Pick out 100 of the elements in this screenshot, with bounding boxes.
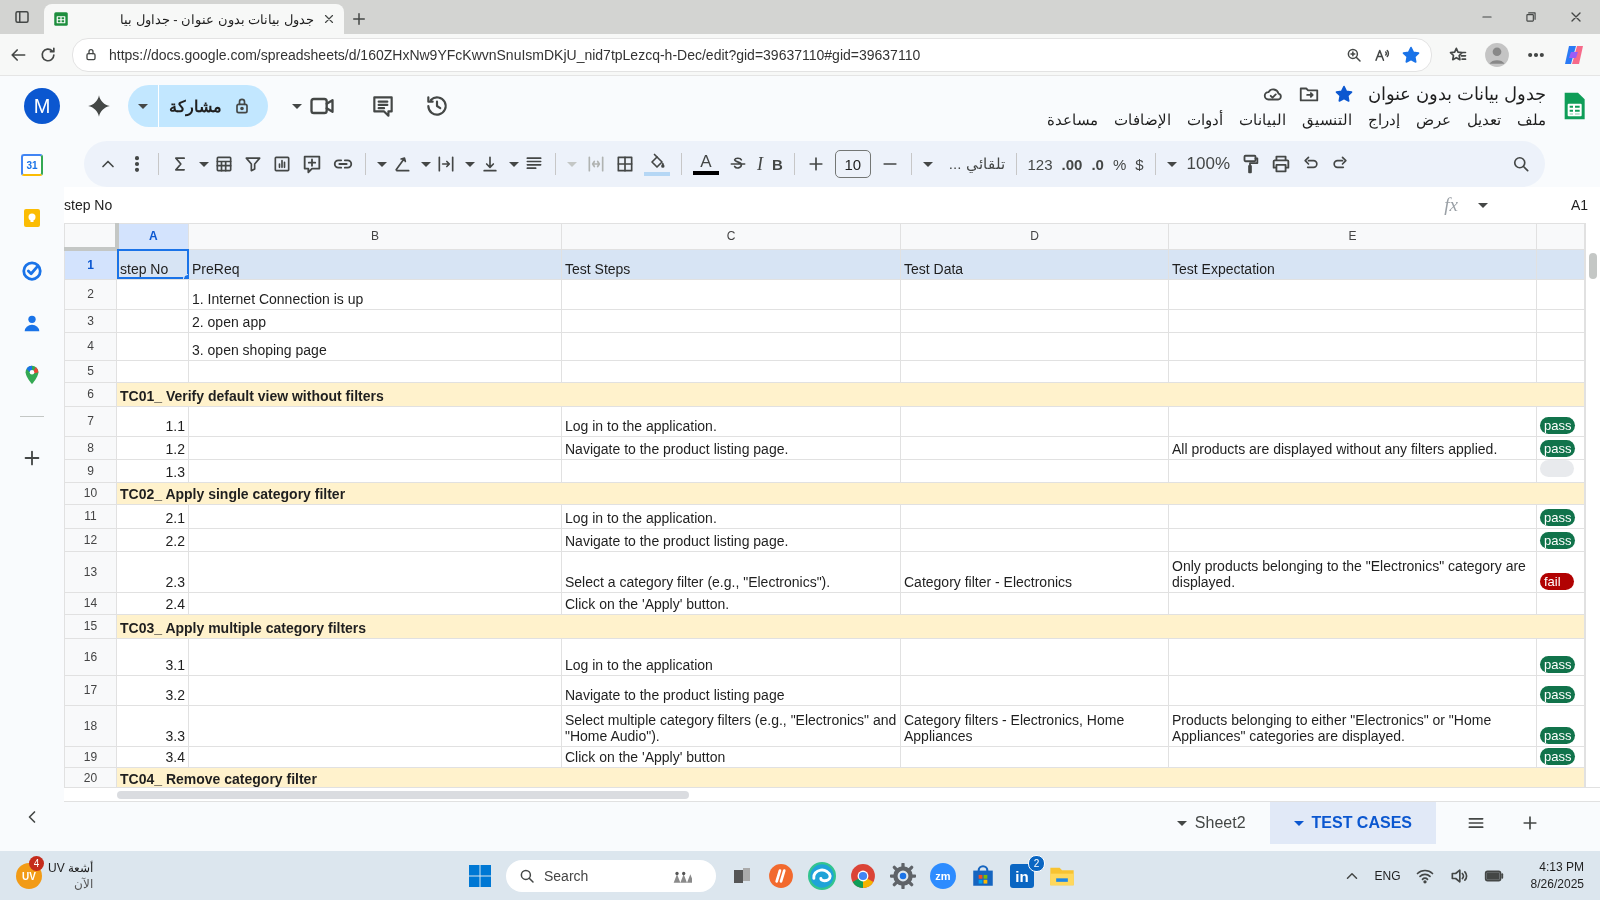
caret-icon[interactable] xyxy=(421,161,431,167)
increase-decimals-button[interactable]: .00 xyxy=(1061,155,1083,173)
search-field[interactable]: Search xyxy=(506,860,716,892)
vertical-scrollbar[interactable] xyxy=(1589,253,1597,279)
row-number[interactable]: 11 xyxy=(64,504,117,528)
chart-icon[interactable] xyxy=(272,154,292,174)
percent-format-button[interactable]: % xyxy=(1112,155,1127,173)
star-icon[interactable] xyxy=(1334,84,1354,104)
browser-tab[interactable]: جدول بيانات بدون عنوان - جداول بيا xyxy=(44,4,344,34)
status-chip[interactable]: pass xyxy=(1540,531,1576,549)
number-format-button[interactable]: 123 xyxy=(1027,155,1053,173)
status-chip[interactable]: pass xyxy=(1540,685,1576,703)
menu-item[interactable]: التنسيق xyxy=(1302,111,1352,129)
row-number[interactable]: 6 xyxy=(64,382,117,406)
caret-icon[interactable] xyxy=(509,161,519,167)
row-number[interactable]: 3 xyxy=(64,309,117,332)
restore-icon[interactable] xyxy=(1524,10,1538,24)
menu-item[interactable]: أدوات xyxy=(1187,111,1223,129)
row-number[interactable]: 14 xyxy=(64,592,117,614)
menu-item[interactable]: عرض xyxy=(1416,111,1451,129)
store-icon[interactable] xyxy=(970,863,996,889)
cell-reference[interactable]: A1 xyxy=(1528,197,1600,213)
row-number[interactable]: 15 xyxy=(64,614,117,638)
row-number[interactable]: 5 xyxy=(64,360,117,382)
column-header[interactable]: E xyxy=(1168,223,1537,249)
formula-field[interactable]: step No xyxy=(64,197,1445,213)
filter-icon[interactable] xyxy=(243,154,263,174)
currency-format-button[interactable]: $ xyxy=(1135,155,1144,173)
address-bar[interactable]: https://docs.google.com/spreadsheets/d/160ZHxNw9YFcKwvnSnuIsmDKjU_nid7tpLezcq-h-Dec/edit?gid=39637110#gid=39637110 xyxy=(72,37,1432,72)
clock-time[interactable]: 4:13 PM xyxy=(1539,859,1584,876)
calendar-icon[interactable]: 31 xyxy=(21,154,43,176)
status-chip[interactable]: pass xyxy=(1540,508,1576,526)
decrease-decimals-button[interactable]: .0 xyxy=(1091,155,1104,173)
row-number[interactable]: 1 xyxy=(64,249,117,279)
status-chip[interactable]: pass xyxy=(1540,747,1576,765)
document-title[interactable]: جدول بيانات بدون عنوان xyxy=(1368,83,1546,105)
sheet-tab[interactable]: Sheet2 xyxy=(1152,802,1270,844)
comment-icon[interactable] xyxy=(370,93,396,119)
column-header[interactable]: B xyxy=(188,223,562,249)
menu-item[interactable]: الإضافات xyxy=(1114,111,1171,129)
close-icon[interactable] xyxy=(322,12,336,26)
column-header[interactable]: A xyxy=(116,223,189,249)
app-icon[interactable] xyxy=(768,863,794,889)
column-header[interactable]: C xyxy=(561,223,901,249)
zoom-dropdown[interactable]: 100% xyxy=(1166,154,1231,174)
row-number[interactable]: 18 xyxy=(64,705,117,746)
add-comment-icon[interactable] xyxy=(301,153,323,175)
row-number[interactable]: 16 xyxy=(64,638,117,675)
share-button[interactable]: مشاركة xyxy=(128,85,268,127)
new-tab-icon[interactable] xyxy=(350,10,368,28)
menu-item[interactable]: ملف xyxy=(1517,111,1546,129)
tab-list-icon[interactable] xyxy=(13,8,31,26)
bold-button[interactable]: B xyxy=(772,155,783,173)
status-chip[interactable]: pass xyxy=(1540,439,1576,457)
status-chip[interactable]: fail xyxy=(1540,572,1574,590)
account-avatar[interactable]: M xyxy=(24,88,60,124)
row-number[interactable]: 19 xyxy=(64,746,117,767)
bookmark-star-icon[interactable] xyxy=(1401,44,1421,65)
site-info-icon[interactable] xyxy=(83,46,99,63)
sheet-tab[interactable]: TEST CASES xyxy=(1269,802,1436,844)
status-chip[interactable]: pass xyxy=(1540,416,1576,434)
caret-icon[interactable] xyxy=(199,161,209,167)
row-number[interactable]: 17 xyxy=(64,675,117,705)
chrome-icon[interactable] xyxy=(850,863,876,889)
edge-browser-icon[interactable] xyxy=(808,862,836,890)
row-number[interactable]: 2 xyxy=(64,279,117,309)
row-number[interactable]: 12 xyxy=(64,528,117,551)
menu-item[interactable]: البيانات xyxy=(1239,111,1286,129)
font-size-field[interactable]: 10 xyxy=(834,150,871,178)
search-icon[interactable] xyxy=(1511,154,1531,174)
tasks-icon[interactable] xyxy=(21,260,43,282)
vertical-align-icon[interactable] xyxy=(480,154,500,174)
language-indicator[interactable]: ENG xyxy=(1374,869,1401,883)
row-number[interactable]: 8 xyxy=(64,436,117,459)
text-wrap-icon[interactable] xyxy=(436,154,456,174)
italic-button[interactable]: I xyxy=(757,153,763,175)
menu-item[interactable]: إدراج xyxy=(1368,111,1400,129)
caret-icon[interactable] xyxy=(465,161,475,167)
menu-item[interactable]: مساعدة xyxy=(1047,111,1098,129)
caret-icon[interactable] xyxy=(377,161,387,167)
text-color-button[interactable]: A xyxy=(693,153,719,175)
row-number[interactable]: 4 xyxy=(64,332,117,360)
gear-icon[interactable] xyxy=(890,863,916,889)
functions-icon[interactable] xyxy=(214,154,234,174)
clock-date[interactable]: 8/26/2025 xyxy=(1530,876,1584,893)
column-header[interactable]: D xyxy=(900,223,1169,249)
row-number[interactable]: 9 xyxy=(64,459,117,482)
row-number[interactable]: 13 xyxy=(64,551,117,592)
caret-icon[interactable] xyxy=(1478,202,1488,208)
horizontal-scrollbar[interactable] xyxy=(117,790,689,799)
row-number[interactable]: 7 xyxy=(64,406,117,436)
font-dropdown[interactable]: تلقائي ... xyxy=(922,155,1005,173)
fill-color-button[interactable] xyxy=(644,152,670,176)
text-rotation-icon[interactable] xyxy=(392,154,412,174)
row-number[interactable]: 10 xyxy=(64,482,117,504)
caret-icon[interactable] xyxy=(292,103,302,109)
widget-title[interactable]: أشعة UV xyxy=(48,860,93,876)
status-chip[interactable]: pass xyxy=(1540,726,1576,744)
borders-icon[interactable] xyxy=(615,154,635,174)
history-icon[interactable] xyxy=(424,93,450,119)
